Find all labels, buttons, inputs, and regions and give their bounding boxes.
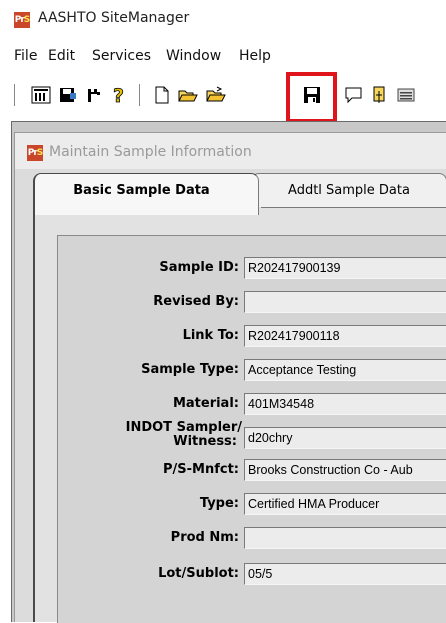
sampler-label-line2: Witness: [173, 434, 237, 449]
toolbar-grip [14, 84, 18, 106]
app-logo-icon: PrS [14, 12, 30, 28]
sample-type-field[interactable]: Acceptance Testing [244, 359, 446, 381]
report-icon[interactable] [29, 83, 53, 107]
app-title: AASHTO SiteManager [38, 10, 190, 26]
window-app-icon: PrS [27, 145, 43, 161]
tab-basic-label: Basic Sample Data [73, 183, 210, 198]
toolbar-separator [139, 84, 143, 106]
open-folder-icon[interactable] [176, 83, 200, 107]
type-label: Type: [199, 496, 239, 511]
window-title-bar: PrS Maintain Sample Information [15, 133, 446, 169]
comment-icon[interactable] [342, 83, 366, 107]
tree-icon[interactable] [82, 83, 106, 107]
tab-basic-sample-data[interactable]: Basic Sample Data [33, 173, 259, 215]
sample-id-label: Sample ID: [159, 260, 239, 275]
attach-icon[interactable] [368, 83, 392, 107]
title-bar: PrS AASHTO SiteManager [0, 0, 446, 40]
menu-services[interactable]: Services [92, 48, 151, 64]
tab-addtl-sample-data[interactable]: Addtl Sample Data [251, 173, 446, 209]
maintain-sample-window: PrS Maintain Sample Information Addtl Sa… [14, 132, 446, 623]
prod-nm-field[interactable] [244, 527, 446, 549]
material-field[interactable]: 401M34548 [244, 393, 446, 415]
window-title: Maintain Sample Information [49, 144, 252, 160]
ps-mnfct-field[interactable]: Brooks Construction Co - Aub [244, 459, 446, 481]
new-document-icon[interactable] [150, 83, 174, 107]
tab-addtl-label: Addtl Sample Data [288, 183, 410, 198]
sample-id-field[interactable]: R202417900139 [244, 257, 446, 279]
save-button-highlight [286, 72, 337, 123]
lot-sublot-label: Lot/Sublot: [158, 566, 239, 581]
sample-form: Sample ID: R202417900139 Revised By: Lin… [57, 235, 446, 623]
sampler-witness-field[interactable]: d20chry [244, 427, 446, 449]
link-to-field[interactable]: R202417900118 [244, 325, 446, 347]
toolbar: ? [0, 70, 446, 114]
disk-rack-icon[interactable] [56, 83, 80, 107]
open-folder-alt-icon[interactable] [204, 83, 228, 107]
menu-file[interactable]: File [14, 48, 37, 64]
help-icon[interactable]: ? [108, 83, 132, 107]
ps-mnfct-label: P/S-Mnfct: [162, 462, 239, 477]
lot-sublot-field[interactable]: 05/5 [244, 563, 446, 585]
prod-nm-label: Prod Nm: [170, 530, 239, 545]
material-label: Material: [172, 396, 239, 411]
tab-panel: Sample ID: R202417900139 Revised By: Lin… [33, 207, 446, 623]
menu-bar: File Edit Services Window Help [0, 40, 446, 70]
revised-by-field[interactable] [244, 291, 446, 313]
menu-window[interactable]: Window [166, 48, 221, 64]
list-icon[interactable] [394, 83, 418, 107]
svg-text:?: ? [113, 85, 124, 106]
revised-by-label: Revised By: [153, 294, 239, 309]
type-field[interactable]: Certified HMA Producer [244, 493, 446, 515]
menu-edit[interactable]: Edit [48, 48, 75, 64]
tab-bar: Addtl Sample Data Basic Sample Data [15, 169, 446, 215]
link-to-label: Link To: [182, 328, 239, 343]
menu-help[interactable]: Help [239, 48, 271, 64]
sampler-label-line1: INDOT Sampler/ [125, 420, 242, 435]
sample-type-label: Sample Type: [141, 362, 239, 377]
